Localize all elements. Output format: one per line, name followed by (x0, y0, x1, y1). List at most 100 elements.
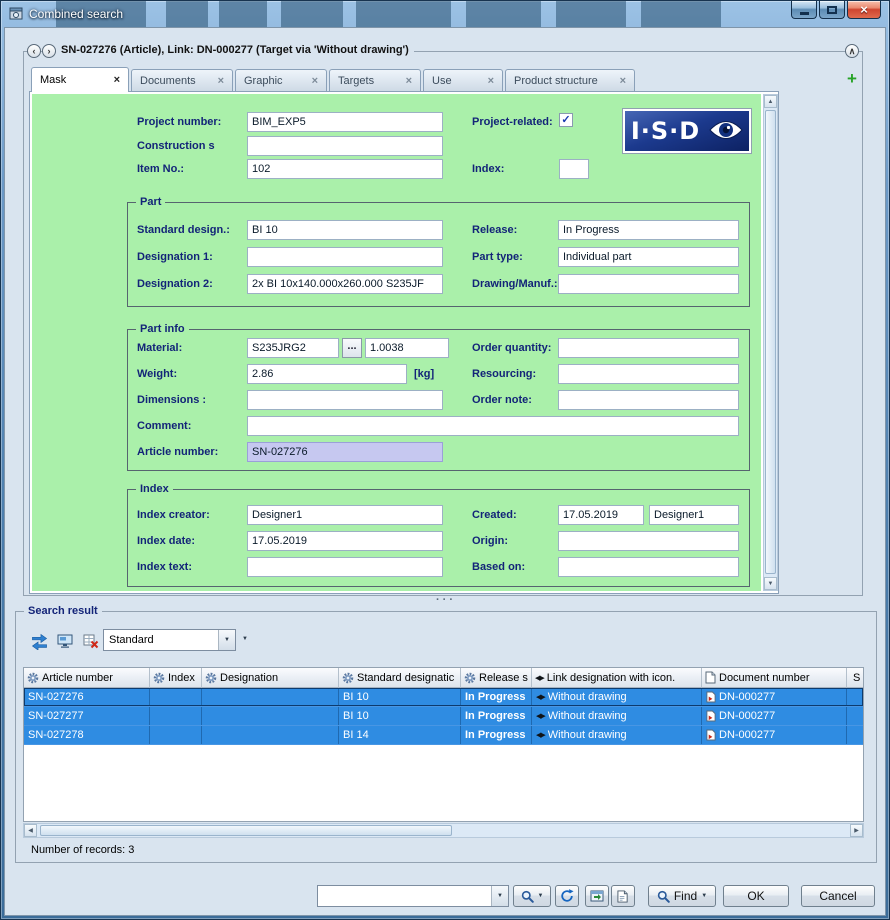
origin-input[interactable] (558, 531, 739, 551)
refresh-button[interactable] (555, 885, 579, 907)
item-no-input[interactable] (247, 159, 443, 179)
cell-designation[interactable] (202, 688, 339, 706)
cell-standard-designation[interactable]: BI 14 (339, 726, 461, 744)
tab-close-icon[interactable]: × (610, 75, 626, 87)
cell-document-number[interactable]: DN-000277 (702, 726, 847, 744)
scroll-left-button[interactable]: ◀ (24, 824, 37, 837)
cell-article-number[interactable]: SN-027276 (24, 688, 150, 706)
column-header-s[interactable]: S (847, 668, 863, 688)
result-view-button[interactable] (53, 629, 77, 653)
close-button[interactable]: × (847, 1, 881, 19)
collapse-button[interactable]: ∧ (845, 44, 859, 58)
combo-arrow-icon[interactable]: ▼ (491, 886, 508, 906)
release-input[interactable] (558, 220, 739, 240)
combo-arrow-icon[interactable]: ▼ (218, 630, 235, 650)
tab-use[interactable]: Use × (423, 69, 503, 92)
weight-input[interactable] (247, 364, 407, 384)
cell-index[interactable] (150, 726, 202, 744)
scroll-right-button[interactable]: ▶ (850, 824, 863, 837)
cell-link-designation[interactable]: ◀▶Without drawing (532, 707, 702, 725)
tab-close-icon[interactable]: × (104, 74, 120, 86)
designation1-input[interactable] (247, 247, 443, 267)
part-type-input[interactable] (558, 247, 739, 267)
column-header-designation[interactable]: Designation (202, 668, 339, 688)
cell-s[interactable] (847, 726, 863, 744)
column-header-standard-designation[interactable]: Standard designatic (339, 668, 461, 688)
find-button[interactable]: Find ▼ (648, 885, 716, 907)
cell-designation[interactable] (202, 707, 339, 725)
tab-close-icon[interactable]: × (208, 75, 224, 87)
article-number-input[interactable] (247, 442, 443, 462)
order-note-input[interactable] (558, 390, 739, 410)
ok-button[interactable]: OK (723, 885, 789, 907)
construction-input[interactable] (247, 136, 443, 156)
comment-input[interactable] (247, 416, 739, 436)
drawing-manuf-input[interactable] (558, 274, 739, 294)
cancel-button[interactable]: Cancel (801, 885, 875, 907)
tab-product-structure[interactable]: Product structure × (505, 69, 635, 92)
scroll-thumb[interactable] (765, 110, 776, 574)
cell-s[interactable] (847, 688, 863, 706)
column-header-release[interactable]: Release s (461, 668, 532, 688)
tab-documents[interactable]: Documents × (131, 69, 233, 92)
cell-designation[interactable] (202, 726, 339, 744)
tab-close-icon[interactable]: × (302, 75, 318, 87)
add-tab-button[interactable]: + (847, 70, 857, 87)
designation2-input[interactable] (247, 274, 443, 294)
clear-result-button[interactable] (79, 629, 103, 653)
result-preset-combobox[interactable]: Standard ▼ (103, 629, 236, 651)
scroll-thumb[interactable] (40, 825, 452, 836)
column-header-index[interactable]: Index (150, 668, 202, 688)
standard-design-input[interactable] (247, 220, 443, 240)
tab-close-icon[interactable]: × (396, 75, 412, 87)
cell-article-number[interactable]: SN-027278 (24, 726, 150, 744)
table-row[interactable]: SN-027277 BI 10 In Progress ◀▶Without dr… (24, 707, 863, 726)
tab-mask[interactable]: Mask × (31, 67, 129, 92)
material-browse-button[interactable]: ... (342, 338, 362, 358)
previous-record-button[interactable]: ‹ (27, 44, 41, 58)
table-row[interactable]: SN-027278 BI 14 In Progress ◀▶Without dr… (24, 726, 863, 745)
project-related-checkbox[interactable]: ✓ (559, 113, 573, 127)
cell-standard-designation[interactable]: BI 10 (339, 688, 461, 706)
cell-link-designation[interactable]: ◀▶Without drawing (532, 726, 702, 744)
cell-s[interactable] (847, 707, 863, 725)
splitter-handle[interactable]: ··· (5, 595, 887, 605)
created-by-input[interactable] (649, 505, 739, 525)
index-text-input[interactable] (247, 557, 443, 577)
tab-close-icon[interactable]: × (478, 75, 494, 87)
cell-document-number[interactable]: DN-000277 (702, 707, 847, 725)
column-header-document-number[interactable]: Document number (702, 668, 847, 688)
cell-link-designation[interactable]: ◀▶Without drawing (532, 688, 702, 706)
cell-index[interactable] (150, 688, 202, 706)
resourcing-input[interactable] (558, 364, 739, 384)
index-creator-input[interactable] (247, 505, 443, 525)
cell-release[interactable]: In Progress (461, 707, 532, 725)
preset-menu-arrow-icon[interactable]: ▼ (242, 636, 248, 642)
material-number-input[interactable] (365, 338, 449, 358)
maximize-button[interactable] (819, 1, 845, 19)
cell-article-number[interactable]: SN-027277 (24, 707, 150, 725)
refresh-results-button[interactable] (27, 629, 51, 653)
index-input[interactable] (559, 159, 589, 179)
next-record-button[interactable]: › (42, 44, 56, 58)
minimize-button[interactable] (791, 1, 817, 19)
tab-graphic[interactable]: Graphic × (235, 69, 327, 92)
cell-release[interactable]: In Progress (461, 726, 532, 744)
table-row[interactable]: SN-027276 BI 10 In Progress ◀▶Without dr… (24, 688, 863, 707)
cell-release[interactable]: In Progress (461, 688, 532, 706)
cell-standard-designation[interactable]: BI 10 (339, 707, 461, 725)
cell-document-number[interactable]: DN-000277 (702, 688, 847, 706)
column-header-link-designation[interactable]: ◀▶ Link designation with icon. (532, 668, 702, 688)
index-date-input[interactable] (247, 531, 443, 551)
project-number-input[interactable] (247, 112, 443, 132)
scroll-down-button[interactable]: ▼ (764, 577, 777, 590)
table-horizontal-scrollbar[interactable]: ◀ ▶ (23, 823, 864, 838)
cell-index[interactable] (150, 707, 202, 725)
search-options-button[interactable]: ▼ (513, 885, 551, 907)
based-on-input[interactable] (558, 557, 739, 577)
order-quantity-input[interactable] (558, 338, 739, 358)
dimensions-input[interactable] (247, 390, 443, 410)
form-vertical-scrollbar[interactable]: ▲ ▼ (763, 94, 778, 591)
footer-combobox[interactable]: ▼ (317, 885, 509, 907)
material-input[interactable] (247, 338, 339, 358)
